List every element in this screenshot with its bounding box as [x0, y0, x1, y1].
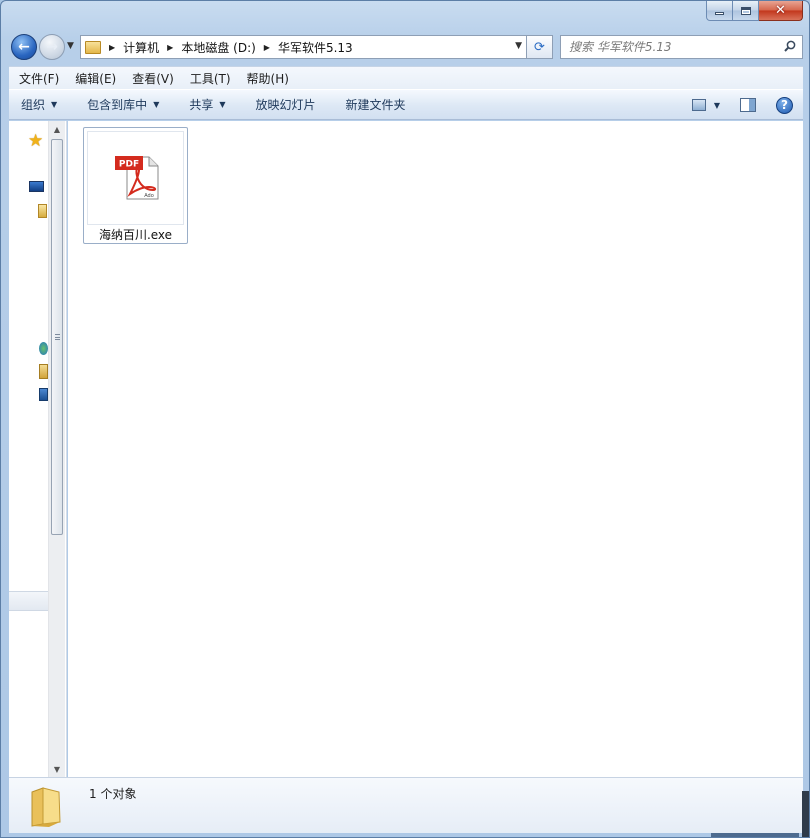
desktop-icon[interactable]	[29, 181, 44, 192]
scroll-up-arrow-icon[interactable]: ▲	[49, 121, 65, 137]
menu-view[interactable]: 查看(V)	[124, 70, 182, 87]
refresh-icon: ⟳	[534, 39, 545, 55]
menu-bar: 文件(F) 编辑(E) 查看(V) 工具(T) 帮助(H)	[9, 66, 803, 89]
menu-help[interactable]: 帮助(H)	[239, 70, 297, 87]
preview-pane-icon[interactable]	[740, 98, 756, 112]
minimize-icon	[715, 12, 724, 15]
breadcrumb-separator-icon[interactable]: ▶	[109, 43, 115, 52]
file-name: 海纳百川.exe	[98, 228, 173, 242]
back-arrow-icon: ←	[18, 39, 30, 55]
scrollbar-thumb[interactable]	[51, 139, 63, 535]
menu-tools[interactable]: 工具(T)	[182, 70, 239, 87]
forward-arrow-icon: →	[46, 39, 58, 55]
file-item[interactable]: PDF Ado 海纳百川.exe	[83, 127, 188, 244]
include-in-library-label: 包含到库中	[87, 98, 148, 112]
navigation-pane-scrollbar[interactable]: ▲ ▼	[48, 121, 65, 777]
view-options-dropdown-icon[interactable]: ▼	[714, 101, 720, 110]
address-dropdown-icon[interactable]: ▼	[515, 41, 522, 51]
minimize-button[interactable]	[706, 1, 733, 21]
file-thumbnail: PDF Ado	[87, 131, 184, 225]
libraries-icon[interactable]	[38, 204, 47, 218]
item-count: 1 个对象	[89, 787, 137, 801]
chevron-down-icon: ▼	[219, 100, 226, 109]
back-button[interactable]: ←	[11, 34, 37, 60]
svg-text:Ado: Ado	[144, 193, 154, 199]
search-box	[560, 35, 803, 59]
forward-button[interactable]: →	[39, 34, 65, 60]
navigation-row: ← → ▼ ▶ 计算机 ▶ 本地磁盘 (D:) ▶ 华军软件5.13 ▼ ⟳	[9, 33, 803, 61]
address-bar[interactable]: ▶ 计算机 ▶ 本地磁盘 (D:) ▶ 华军软件5.13 ▼	[80, 35, 527, 59]
breadcrumb-local-disk[interactable]: 本地磁盘 (D:)	[181, 39, 255, 56]
breadcrumb-separator-icon[interactable]: ▶	[167, 43, 173, 52]
chevron-down-icon: ▼	[153, 100, 160, 109]
taskbar-edge	[711, 833, 799, 837]
menu-file[interactable]: 文件(F)	[11, 70, 67, 87]
organize-label: 组织	[21, 98, 46, 112]
maximize-button[interactable]	[733, 1, 759, 21]
details-pane: 1 个对象	[9, 777, 803, 833]
search-input[interactable]	[569, 38, 779, 56]
folder-icon	[31, 787, 61, 827]
slideshow-button[interactable]: 放映幻灯片	[238, 96, 328, 113]
breadcrumb-computer[interactable]: 计算机	[123, 39, 159, 56]
grip-icon	[55, 334, 60, 340]
navigation-pane: ★ ▲ ▼	[9, 121, 67, 777]
share-label: 共享	[189, 98, 214, 112]
close-button[interactable]: ✕	[759, 1, 803, 21]
organize-button[interactable]: 组织 ▼	[9, 96, 69, 113]
pdf-icon: PDF Ado	[115, 156, 159, 200]
change-view-icon[interactable]	[691, 99, 706, 111]
desktop-edge	[802, 791, 809, 837]
explorer-window: ✕ ← → ▼ ▶ 计算机 ▶ 本地磁盘 (D:) ▶ 华军软件5.13 ▼ ⟳…	[0, 0, 810, 838]
help-icon[interactable]: ?	[776, 96, 793, 114]
network-icon[interactable]	[39, 388, 48, 401]
breadcrumb-separator-icon[interactable]: ▶	[264, 43, 270, 52]
homegroup-icon[interactable]	[39, 342, 48, 355]
command-bar-right: ▼ ?	[691, 95, 793, 115]
folder-icon	[85, 40, 101, 54]
menu-edit[interactable]: 编辑(E)	[67, 70, 124, 87]
command-bar: 组织 ▼ 包含到库中 ▼ 共享 ▼ 放映幻灯片 新建文件夹 ▼ ?	[9, 89, 803, 120]
refresh-button[interactable]: ⟳	[527, 35, 553, 59]
scroll-down-arrow-icon[interactable]: ▼	[49, 761, 65, 777]
recent-pages-dropdown[interactable]: ▼	[67, 41, 74, 51]
selected-nav-item[interactable]	[9, 591, 49, 611]
file-list[interactable]: PDF Ado 海纳百川.exe	[68, 121, 803, 777]
close-icon: ✕	[775, 3, 786, 18]
chevron-down-icon: ▼	[51, 100, 58, 109]
breadcrumb-current-folder[interactable]: 华军软件5.13	[278, 39, 353, 56]
share-button[interactable]: 共享 ▼	[171, 96, 237, 113]
pdf-badge: PDF	[119, 160, 139, 170]
maximize-icon	[740, 6, 751, 15]
computer-icon[interactable]	[39, 364, 48, 379]
include-in-library-button[interactable]: 包含到库中 ▼	[69, 96, 171, 113]
search-icon[interactable]	[784, 40, 796, 52]
favorites-star-icon[interactable]: ★	[28, 131, 43, 151]
new-folder-button[interactable]: 新建文件夹	[328, 96, 418, 113]
caption-buttons: ✕	[706, 1, 803, 21]
